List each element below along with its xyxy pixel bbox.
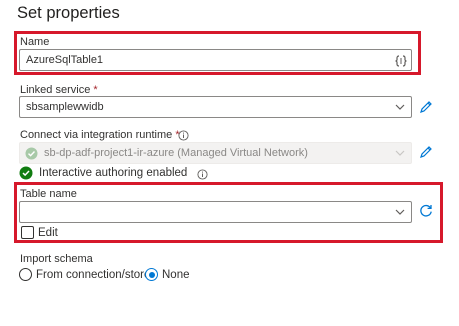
- edit-checkbox-label[interactable]: Edit: [38, 227, 58, 239]
- runtime-label: Connect via integration runtime *: [20, 129, 180, 141]
- name-input[interactable]: AzureSqlTable1: [19, 49, 412, 71]
- radio-none-label[interactable]: None: [162, 269, 190, 281]
- info-icon[interactable]: [197, 167, 208, 180]
- radio-none[interactable]: [145, 268, 158, 281]
- chevron-down-icon: [393, 203, 407, 221]
- success-check-icon: [19, 166, 33, 180]
- refresh-icon[interactable]: [418, 203, 434, 219]
- runtime-value: sb-dp-adf-project1-ir-azure (Managed Vir…: [44, 147, 308, 159]
- name-value: AzureSqlTable1: [26, 54, 104, 66]
- table-name-dropdown[interactable]: [19, 201, 412, 223]
- panel-title: Set properties: [17, 4, 120, 22]
- table-name-label: Table name: [20, 188, 77, 200]
- linked-service-dropdown[interactable]: sbsamplewwidb: [19, 96, 412, 118]
- variable-braces-icon[interactable]: [395, 54, 407, 67]
- chevron-down-icon: [393, 144, 407, 162]
- chevron-down-icon: [393, 98, 407, 116]
- runtime-status-text: Interactive authoring enabled: [39, 167, 188, 179]
- linked-service-value: sbsamplewwidb: [26, 101, 104, 113]
- edit-checkbox[interactable]: [21, 226, 34, 239]
- info-icon[interactable]: [178, 128, 189, 141]
- pencil-icon[interactable]: [418, 144, 434, 160]
- name-label: Name: [20, 36, 50, 48]
- import-schema-label: Import schema: [20, 253, 93, 265]
- runtime-check-icon: [25, 147, 38, 160]
- radio-from-connection[interactable]: [19, 268, 32, 281]
- runtime-dropdown: sb-dp-adf-project1-ir-azure (Managed Vir…: [19, 142, 412, 164]
- radio-from-connection-label[interactable]: From connection/store: [36, 269, 150, 281]
- linked-service-label: Linked service *: [20, 84, 98, 96]
- pencil-icon[interactable]: [418, 99, 434, 115]
- required-mark: *: [93, 84, 98, 96]
